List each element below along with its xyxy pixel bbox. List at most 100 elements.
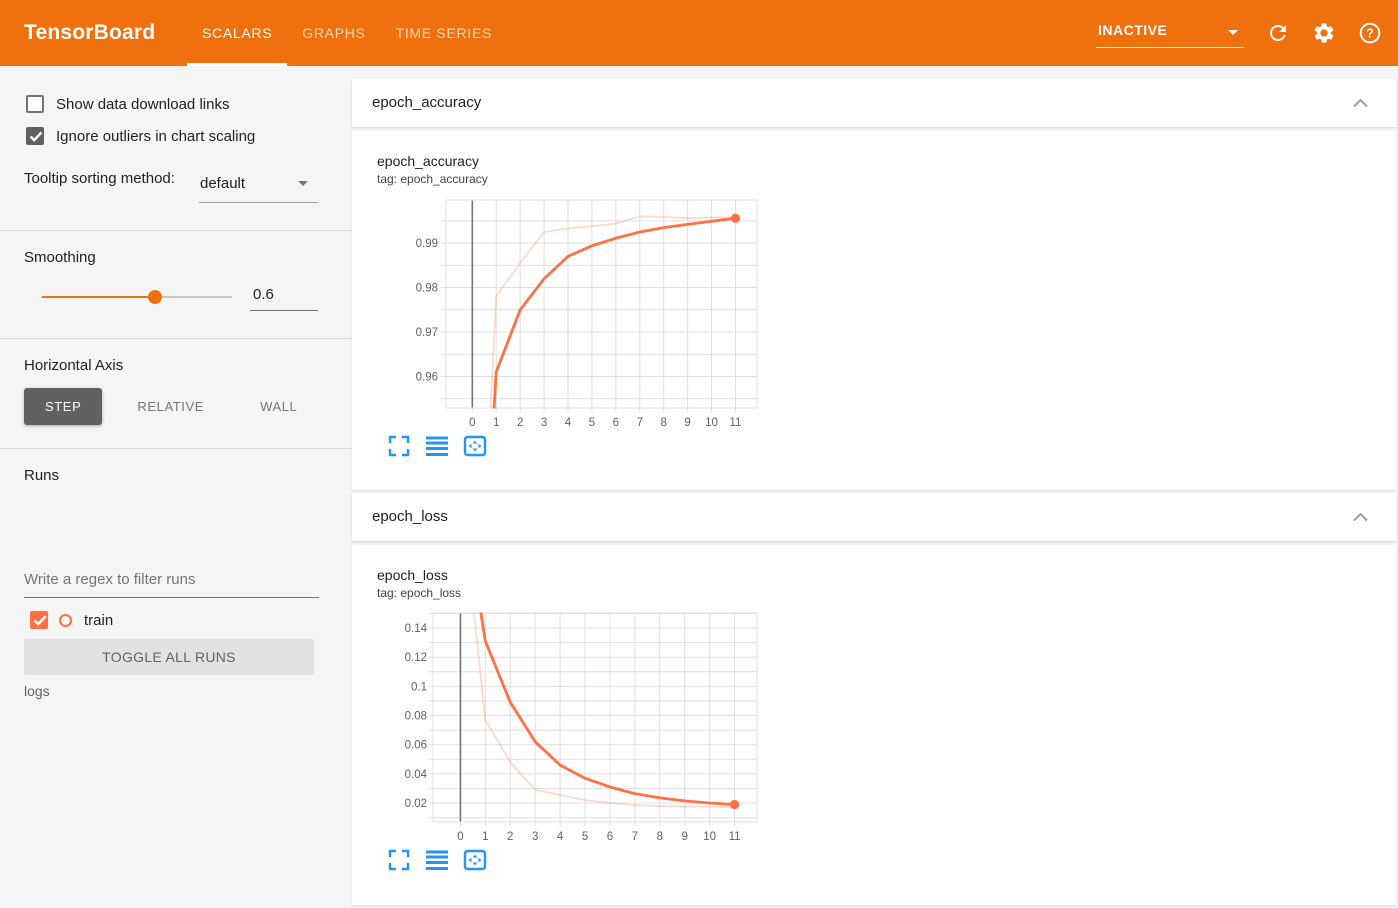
app-title: TensorBoard — [24, 21, 156, 44]
run-label: train — [84, 611, 114, 629]
svg-text:0.97: 0.97 — [416, 327, 438, 339]
accuracy-chart[interactable]: 0 1 2 3 4 5 6 7 8 9 10 11 0.96 0.97 0.98 0.99 — [377, 196, 762, 434]
checkbox-label: Ignore outliers in chart scaling — [56, 127, 256, 145]
expand-icon[interactable] — [387, 434, 411, 458]
svg-text:0: 0 — [469, 417, 475, 429]
divider — [0, 338, 352, 339]
show-download-links-checkbox[interactable] — [26, 95, 44, 113]
header-actions: INACTIVE ? — [1096, 0, 1382, 66]
svg-text:0.02: 0.02 — [405, 798, 427, 810]
svg-text:1: 1 — [493, 417, 499, 429]
run-color-circle-icon — [59, 613, 72, 627]
show-download-links-row: Show data download links — [26, 95, 229, 113]
expand-icon[interactable] — [387, 848, 411, 872]
status-label: INACTIVE — [1098, 22, 1168, 38]
section-header-epoch-loss[interactable]: epoch_loss — [352, 493, 1396, 541]
divider — [0, 448, 352, 449]
horizontal-axis-selector: STEP RELATIVE WALL — [24, 388, 318, 425]
app-header: TensorBoard SCALARS GRAPHS TIME SERIES I… — [0, 0, 1398, 66]
collapse-chevron-icon[interactable] — [1353, 99, 1368, 108]
section-title: epoch_accuracy — [372, 94, 482, 111]
slider-fill — [42, 296, 155, 298]
chart-title: epoch_accuracy — [377, 153, 479, 169]
log-scale-icon[interactable] — [425, 848, 449, 872]
svg-text:2: 2 — [507, 831, 513, 843]
svg-text:0.1: 0.1 — [411, 681, 427, 693]
svg-text:0.06: 0.06 — [405, 740, 427, 752]
svg-text:6: 6 — [613, 417, 619, 429]
svg-text:10: 10 — [705, 417, 718, 429]
run-row-train: train — [30, 611, 113, 629]
smoothing-slider[interactable] — [42, 290, 232, 304]
svg-text:5: 5 — [589, 417, 595, 429]
chart-title: epoch_loss — [377, 567, 448, 583]
svg-text:10: 10 — [703, 831, 716, 843]
svg-text:0: 0 — [457, 831, 463, 843]
caret-down-icon — [298, 181, 308, 186]
run-filter-input[interactable]: Write a regex to filter runs — [24, 571, 319, 598]
horizontal-axis-label: Horizontal Axis — [24, 357, 124, 374]
tab-scalars[interactable]: SCALARS — [187, 0, 288, 66]
slider-thumb[interactable] — [148, 290, 162, 304]
svg-text:0.04: 0.04 — [405, 769, 428, 781]
svg-text:4: 4 — [565, 417, 572, 429]
axis-wall-button[interactable]: WALL — [239, 388, 318, 425]
svg-text:3: 3 — [532, 831, 538, 843]
svg-text:11: 11 — [729, 831, 741, 843]
svg-text:0.08: 0.08 — [405, 711, 427, 723]
svg-text:7: 7 — [637, 417, 643, 429]
check-icon — [29, 131, 43, 142]
axis-relative-button[interactable]: RELATIVE — [116, 388, 225, 425]
help-icon[interactable]: ? — [1358, 21, 1382, 45]
runs-label: Runs — [24, 467, 60, 484]
svg-text:7: 7 — [632, 831, 638, 843]
settings-gear-icon[interactable] — [1312, 21, 1336, 45]
tab-graphs[interactable]: GRAPHS — [287, 0, 380, 66]
loss-chart[interactable]: 0 1 2 3 4 5 6 7 8 9 10 11 0.02 0.04 0.06 0.08 0.1 0.12 0.1… — [377, 610, 762, 848]
dropdown-underline — [199, 202, 318, 203]
svg-text:2: 2 — [517, 417, 523, 429]
svg-text:6: 6 — [607, 831, 613, 843]
chart-toolbar — [387, 848, 487, 872]
chart-tag: tag: epoch_loss — [377, 586, 462, 600]
svg-text:9: 9 — [682, 831, 688, 843]
refresh-icon[interactable] — [1266, 21, 1290, 45]
ignore-outliers-checkbox[interactable] — [26, 127, 44, 145]
settings-sidebar: Show data download links Ignore outliers… — [0, 66, 352, 908]
section-title: epoch_loss — [372, 508, 448, 525]
chart-toolbar — [387, 434, 487, 458]
axis-step-button[interactable]: STEP — [24, 388, 103, 425]
svg-text:4: 4 — [557, 831, 564, 843]
chart-tag: tag: epoch_accuracy — [377, 172, 488, 186]
svg-text:11: 11 — [729, 417, 741, 429]
check-icon — [33, 615, 47, 626]
tooltip-sorting-dropdown[interactable]: default — [200, 175, 245, 192]
data-status-dropdown[interactable]: INACTIVE — [1096, 18, 1244, 48]
svg-text:5: 5 — [582, 831, 588, 843]
svg-text:3: 3 — [541, 417, 547, 429]
checkbox-label: Show data download links — [56, 95, 230, 113]
svg-text:0.14: 0.14 — [405, 623, 428, 635]
svg-text:?: ? — [1366, 26, 1374, 40]
chart-card-epoch-loss: epoch_loss tag: epoch_loss 0 1 2 3 4 5 6 7 8 9 10 1… — [352, 545, 1396, 905]
caret-down-icon — [1228, 30, 1238, 35]
ignore-outliers-row: Ignore outliers in chart scaling — [26, 127, 255, 145]
svg-text:0.12: 0.12 — [405, 652, 427, 664]
svg-text:8: 8 — [657, 831, 663, 843]
run-train-checkbox[interactable] — [30, 611, 48, 629]
log-scale-icon[interactable] — [425, 434, 449, 458]
chart-card-epoch-accuracy: epoch_accuracy tag: epoch_accuracy 0 1 2 3 4… — [352, 131, 1396, 490]
svg-text:1: 1 — [482, 831, 488, 843]
tab-time-series[interactable]: TIME SERIES — [381, 0, 507, 66]
smoothing-value-input[interactable]: 0.6 — [250, 286, 318, 311]
toggle-all-runs-button[interactable]: TOGGLE ALL RUNS — [24, 639, 314, 675]
collapse-chevron-icon[interactable] — [1353, 513, 1368, 522]
svg-text:0.98: 0.98 — [416, 283, 438, 295]
fit-domain-icon[interactable] — [463, 434, 487, 458]
tooltip-sorting-label: Tooltip sorting method: — [24, 170, 175, 187]
fit-domain-icon[interactable] — [463, 848, 487, 872]
svg-text:8: 8 — [660, 417, 666, 429]
section-header-epoch-accuracy[interactable]: epoch_accuracy — [352, 79, 1396, 127]
tab-bar: SCALARS GRAPHS TIME SERIES — [187, 0, 507, 66]
divider — [0, 230, 352, 231]
